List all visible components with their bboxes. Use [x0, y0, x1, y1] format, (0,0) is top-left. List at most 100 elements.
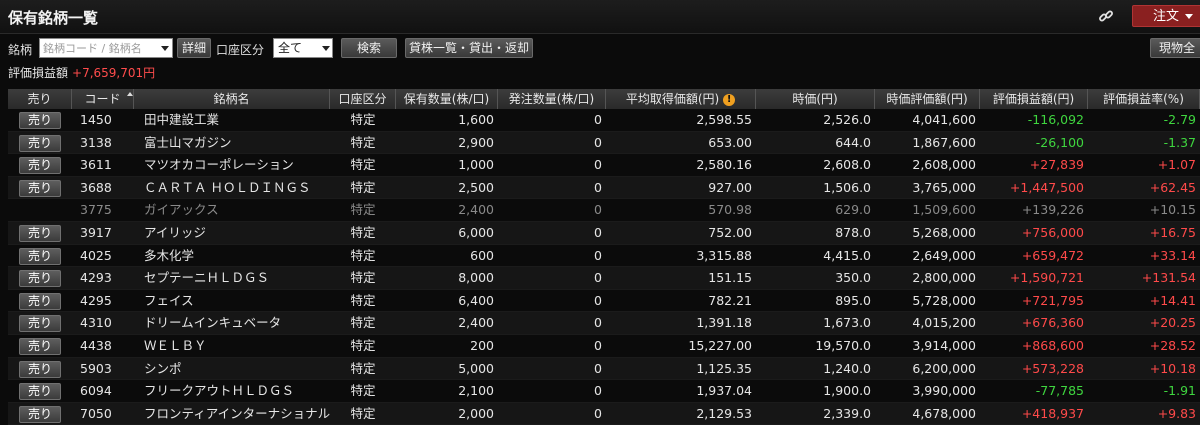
account-cell: 特定: [350, 179, 376, 195]
detail-button[interactable]: 詳細: [177, 38, 211, 58]
col-name[interactable]: 銘柄名: [134, 89, 330, 109]
name-cell: フェイス: [144, 292, 194, 308]
value-cell: 2,649,000: [912, 247, 976, 263]
order-button[interactable]: 注文: [1132, 5, 1200, 27]
avg-price-cell: 2,580.16: [696, 157, 752, 173]
col-pl[interactable]: 評価損益額(円): [980, 89, 1088, 109]
price-cell: 1,673.0: [823, 315, 871, 331]
account-cell: 特定: [350, 112, 376, 127]
sell-button[interactable]: 売り: [19, 112, 61, 129]
sell-cell: 売り: [8, 335, 72, 357]
col-price[interactable]: 時価(円): [756, 89, 875, 109]
col-sell[interactable]: 売り: [8, 89, 72, 109]
col-order-qty[interactable]: 発注数量(株/口): [498, 89, 606, 109]
table-row[interactable]: 売り 4293 セプテーニＨＬＤＧＳ 特定 8,000 0 151.15 350.0 2,800…: [8, 267, 1200, 290]
table-row[interactable]: 売り 4295 フェイス 特定 6,400 0 782.21 895.0 5,728,000 +7…: [8, 290, 1200, 313]
code-cell: 3138: [80, 134, 112, 150]
sell-button[interactable]: 売り: [19, 157, 61, 175]
order-qty-cell: 0: [594, 134, 602, 150]
chevron-down-icon: [322, 46, 330, 51]
sell-button[interactable]: 売り: [19, 360, 61, 378]
search-input[interactable]: [39, 38, 173, 58]
col-avg-price[interactable]: 平均取得価額(円)!: [606, 89, 756, 109]
col-qty[interactable]: 保有数量(株/口): [396, 89, 498, 109]
name-cell: セプテーニＨＬＤＧＳ: [144, 270, 270, 286]
value-cell: 4,041,600: [912, 112, 976, 127]
sell-button[interactable]: 売り: [19, 224, 61, 242]
code-cell: 4025: [80, 247, 112, 263]
price-cell: 629.0: [835, 202, 871, 218]
cash-all-button[interactable]: 現物全: [1150, 38, 1200, 58]
price-cell: 878.0: [835, 224, 871, 240]
account-cell: 特定: [350, 270, 376, 286]
sell-button[interactable]: 売り: [19, 383, 61, 401]
avg-price-cell: 570.98: [708, 202, 752, 218]
account-cell: 特定: [350, 292, 376, 308]
table-row[interactable]: 売り 6094 フリークアウトＨＬＤＧＳ 特定 2,100 0 1,937.04 1,900.…: [8, 380, 1200, 403]
table-row[interactable]: 売り 7050 フロンティアインターナショナル 特定 2,000 0 2,129.53 2,3…: [8, 402, 1200, 425]
value-cell: 1,509,600: [912, 202, 976, 218]
pl-cell: +756,000: [1021, 224, 1084, 240]
account-cell: 特定: [350, 202, 376, 218]
price-cell: 644.0: [835, 134, 871, 150]
table-row[interactable]: 売り 3138 富士山マガジン 特定 2,900 0 653.00 644.0 1,867,60…: [8, 131, 1200, 155]
account-cell: 特定: [350, 134, 376, 150]
sell-button[interactable]: 売り: [19, 292, 61, 310]
name-cell: ＷＥＬＢＹ: [144, 337, 207, 353]
pl-rate-cell: -2.79: [1163, 112, 1196, 127]
lending-list-button[interactable]: 貸株一覧・貸出・返却: [405, 38, 533, 58]
code-cell: 3688: [80, 179, 112, 195]
table-row[interactable]: 売り 3611 マツオカコーポレーション 特定 1,000 0 2,580.16 2,608.…: [8, 154, 1200, 177]
col-account[interactable]: 口座区分: [330, 89, 396, 109]
account-select[interactable]: 全て: [273, 38, 333, 58]
table-row[interactable]: 売り 3917 アイリッジ 特定 6,000 0 752.00 878.0 5,268,000 +…: [8, 221, 1200, 245]
pl-cell: -116,092: [1027, 112, 1084, 127]
warning-icon[interactable]: !: [723, 93, 736, 106]
sell-button[interactable]: 売り: [19, 337, 61, 355]
value-cell: 3,914,000: [912, 337, 976, 353]
pl-rate-cell: +131.54: [1141, 270, 1196, 286]
sell-cell: 売り: [8, 109, 72, 131]
name-cell: 田中建設工業: [144, 112, 220, 127]
code-cell: 4295: [80, 292, 112, 308]
col-pl-rate[interactable]: 評価損益率(%): [1088, 89, 1200, 109]
table-row[interactable]: 売り 4438 ＷＥＬＢＹ 特定 200 0 15,227.00 19,570.0 3,914,…: [8, 335, 1200, 358]
pl-cell: +721,795: [1021, 292, 1084, 308]
order-qty-cell: 0: [594, 247, 602, 263]
name-cell: ＣＡＲＴＡ ＨＯＬＤＩＮＧＳ: [144, 179, 311, 195]
pl-rate-cell: +16.75: [1149, 224, 1196, 240]
link-icon[interactable]: [1098, 8, 1114, 24]
page-title: 保有銘柄一覧: [8, 9, 99, 27]
pl-cell: -77,785: [1035, 383, 1084, 399]
name-cell: アイリッジ: [144, 224, 206, 240]
table-row[interactable]: 売り 5903 シンポ 特定 5,000 0 1,125.35 1,240.0 6,200,00…: [8, 357, 1200, 381]
table-row[interactable]: 売り 4310 ドリームインキュベータ 特定 2,400 0 1,391.18 1,673.0…: [8, 312, 1200, 335]
sell-button[interactable]: 売り: [19, 179, 61, 197]
table-row[interactable]: 売り 3688 ＣＡＲＴＡ ＨＯＬＤＩＮＧＳ 特定 2,500 0 927.00 1,506.…: [8, 176, 1200, 200]
col-value[interactable]: 時価評価額(円): [875, 89, 980, 109]
sell-button[interactable]: 売り: [19, 315, 61, 333]
sell-button[interactable]: 売り: [19, 405, 61, 423]
order-qty-cell: 0: [594, 315, 602, 331]
sell-cell: 売り: [8, 177, 72, 199]
avg-price-cell: 1,391.18: [696, 315, 752, 331]
sell-button[interactable]: 売り: [19, 134, 61, 152]
table-row[interactable]: 売り 1450 田中建設工業 特定 1,600 0 2,598.55 2,526.0 4,041…: [8, 109, 1200, 132]
pl-rate-cell: +20.25: [1149, 315, 1196, 331]
sell-button[interactable]: 売り: [19, 270, 61, 288]
table-row[interactable]: 売り 4025 多木化学 特定 600 0 3,315.88 4,415.0 2,649,000…: [8, 245, 1200, 268]
chevron-down-icon[interactable]: [161, 46, 169, 51]
account-cell: 特定: [350, 247, 376, 263]
sell-button[interactable]: 売り: [19, 247, 61, 265]
search-button[interactable]: 検索: [341, 38, 397, 58]
name-cell: ドリームインキュベータ: [144, 315, 282, 331]
order-qty-cell: 0: [594, 224, 602, 240]
qty-cell: 5,000: [458, 360, 494, 376]
table-row[interactable]: 3775 ガイアックス 特定 2,400 0 570.98 629.0 1,509,600 +1…: [8, 199, 1200, 222]
qty-cell: 2,400: [458, 202, 494, 218]
avg-price-cell: 151.15: [708, 270, 752, 286]
col-code[interactable]: コード: [72, 89, 134, 109]
pl-rate-cell: +14.41: [1149, 292, 1196, 308]
price-cell: 1,900.0: [823, 383, 871, 399]
avg-price-cell: 2,598.55: [696, 112, 752, 127]
